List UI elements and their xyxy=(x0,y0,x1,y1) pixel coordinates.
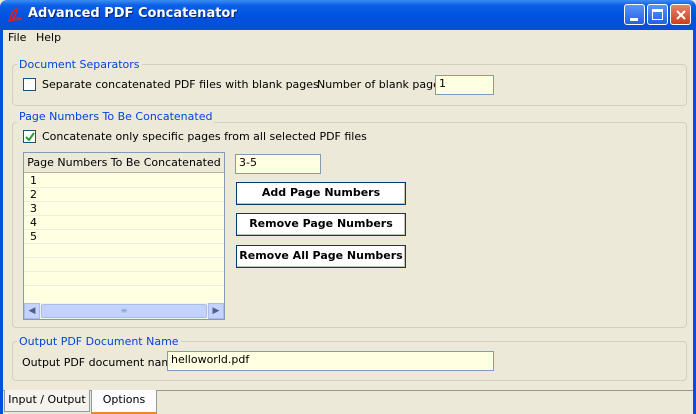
remove-all-page-numbers-button[interactable]: Remove All Page Numbers xyxy=(236,245,406,268)
menu-bar xyxy=(3,30,693,47)
list-column-header[interactable]: Page Numbers To Be Concatenated xyxy=(24,153,224,173)
pdf-icon xyxy=(7,8,23,23)
checkmark-icon xyxy=(25,132,35,142)
add-page-numbers-button[interactable]: Add Page Numbers xyxy=(236,182,406,205)
specific-pages-label: Concatenate only specific pages from all… xyxy=(42,130,367,143)
list-item[interactable]: 4 xyxy=(24,216,224,230)
menu-help[interactable]: Help xyxy=(36,31,61,44)
output-legend: Output PDF Document Name xyxy=(17,335,181,348)
list-empty-row xyxy=(24,272,224,286)
list-item[interactable]: 2 xyxy=(24,188,224,202)
list-item[interactable]: 5 xyxy=(24,230,224,244)
maximize-button[interactable] xyxy=(647,4,668,25)
tab-input-output[interactable]: Input / Output xyxy=(4,390,90,412)
page-numbers-input[interactable]: 3-5 xyxy=(235,154,321,174)
minimize-button[interactable] xyxy=(624,4,645,25)
scroll-right-button[interactable]: ▶ xyxy=(208,303,224,319)
blank-pages-label: Number of blank pages: xyxy=(317,78,450,91)
separators-legend: Document Separators xyxy=(17,58,142,71)
menu-file[interactable]: File xyxy=(8,31,26,44)
page-numbers-legend: Page Numbers To Be Concatenated xyxy=(17,110,215,123)
list-item[interactable]: 3 xyxy=(24,202,224,216)
specific-pages-checkbox[interactable] xyxy=(23,130,36,143)
close-icon xyxy=(676,10,686,20)
remove-page-numbers-button[interactable]: Remove Page Numbers xyxy=(236,213,406,236)
list-item[interactable]: 1 xyxy=(24,174,224,188)
list-empty-row xyxy=(24,244,224,258)
maximize-icon xyxy=(652,9,663,20)
chevron-right-icon: ▶ xyxy=(212,306,220,316)
separate-blank-pages-checkbox[interactable] xyxy=(23,78,36,91)
blank-pages-input[interactable]: 1 xyxy=(435,75,494,95)
close-button[interactable] xyxy=(670,4,691,25)
output-name-label: Output PDF document name: xyxy=(22,356,183,369)
scrollbar-thumb[interactable]: ≡ xyxy=(41,304,207,318)
chevron-left-icon: ◀ xyxy=(28,306,36,316)
window-title: Advanced PDF Concatenator xyxy=(28,6,237,21)
list-empty-row xyxy=(24,258,224,272)
minimize-icon xyxy=(630,18,638,21)
output-name-input[interactable]: helloworld.pdf xyxy=(167,351,494,371)
scroll-left-button[interactable]: ◀ xyxy=(24,303,40,319)
separate-blank-pages-label: Separate concatenated PDF files with bla… xyxy=(42,78,319,91)
grip-icon: ≡ xyxy=(120,306,128,315)
tab-options[interactable]: Options xyxy=(91,390,157,414)
